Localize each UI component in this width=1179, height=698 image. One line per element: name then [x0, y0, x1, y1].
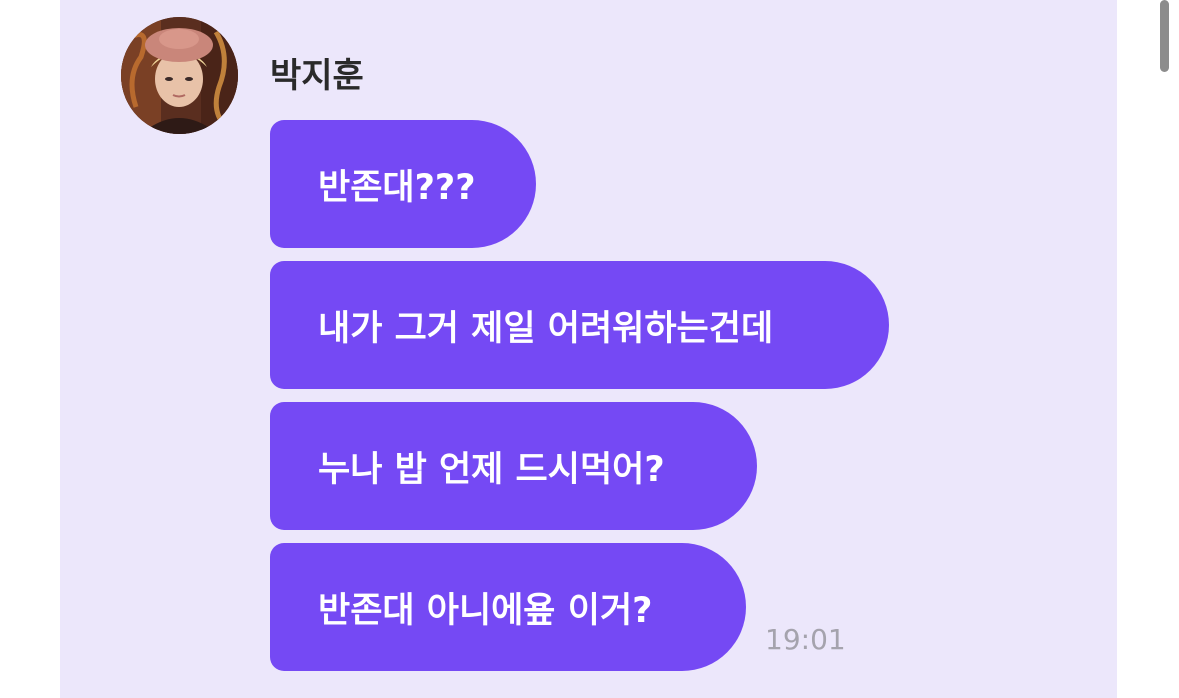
- message-bubble[interactable]: 내가 그거 제일 어려워하는건데: [270, 261, 889, 389]
- avatar-photo: [121, 17, 238, 134]
- message-bubble[interactable]: 반존대???: [270, 120, 536, 248]
- message-text: 내가 그거 제일 어려워하는건데: [318, 308, 774, 349]
- scrollbar-thumb[interactable]: [1160, 0, 1169, 72]
- message-bubble[interactable]: 누나 밥 언제 드시먹어?: [270, 402, 757, 530]
- message-text: 누나 밥 언제 드시먹어?: [318, 449, 665, 490]
- message-text: 반존대 아니에욮 이거?: [318, 590, 653, 631]
- sender-name: 박지훈: [270, 56, 364, 96]
- scrollbar-track[interactable]: [1155, 0, 1179, 698]
- message-timestamp: 19:01: [765, 623, 846, 656]
- avatar[interactable]: [121, 17, 238, 134]
- message-bubble[interactable]: 반존대 아니에욮 이거?: [270, 543, 746, 671]
- message-text: 반존대???: [318, 167, 476, 208]
